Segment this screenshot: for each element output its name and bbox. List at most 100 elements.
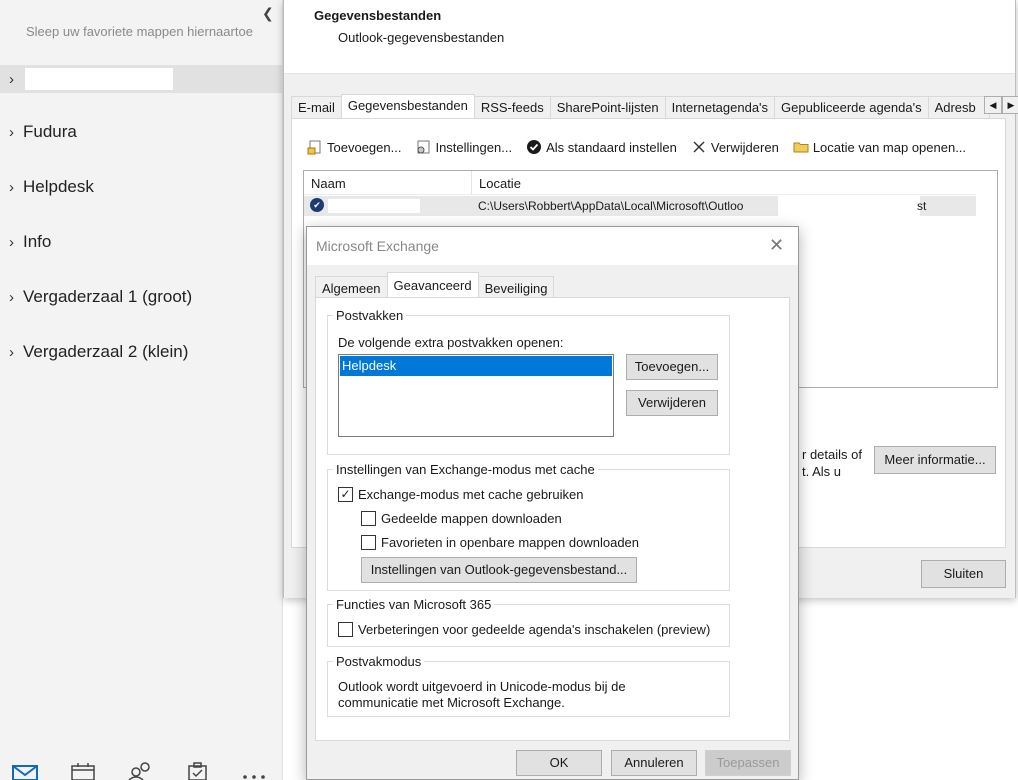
m365-features-group: Functies van Microsoft 365 Verbeteringen… bbox=[327, 597, 730, 647]
redacted-file-name bbox=[328, 199, 420, 213]
folder-label: Fudura bbox=[23, 122, 77, 141]
chevron-right-icon[interactable]: › bbox=[9, 289, 23, 306]
mail-icon[interactable] bbox=[12, 752, 38, 780]
checkbox-label: Verbeteringen voor gedeelde agenda's ins… bbox=[358, 622, 711, 637]
folder-label: Info bbox=[23, 232, 52, 251]
folder-item-vergaderzaal-1[interactable]: › Vergaderzaal 1 (groot) bbox=[9, 287, 192, 307]
mailbox-mode-description: Outlook wordt uitgevoerd in Unicode-modu… bbox=[338, 679, 626, 710]
chevron-right-icon[interactable]: › bbox=[9, 71, 23, 88]
open-folder-location-button[interactable]: Locatie van map openen... bbox=[793, 139, 966, 155]
tab-general[interactable]: Algemeen bbox=[315, 276, 388, 298]
collapse-pane-icon[interactable]: ❮ bbox=[262, 5, 274, 22]
file-extension-fragment: st bbox=[917, 199, 927, 213]
apply-button[interactable]: Toepassen bbox=[705, 750, 791, 776]
exchange-tabs: Algemeen Geavanceerd Beveiliging bbox=[315, 272, 555, 298]
chevron-right-icon[interactable]: › bbox=[9, 179, 23, 196]
open-mailboxes-label: De volgende extra postvakken openen: bbox=[338, 335, 564, 350]
account-folder[interactable]: › bbox=[0, 65, 283, 93]
set-default-button[interactable]: Als standaard instellen bbox=[526, 139, 677, 155]
redacted-account-name bbox=[25, 68, 173, 90]
table-row[interactable]: ✔ C:\Users\Robbert\AppData\Local\Microso… bbox=[304, 196, 976, 216]
chevron-right-icon[interactable]: › bbox=[9, 234, 23, 251]
advanced-panel: Postvakken De volgende extra postvakken … bbox=[315, 297, 790, 741]
people-icon[interactable] bbox=[127, 752, 153, 780]
close-icon[interactable]: ✕ bbox=[769, 235, 784, 256]
folder-label: Vergaderzaal 1 (groot) bbox=[23, 287, 193, 306]
list-header: Naam Locatie bbox=[304, 171, 976, 195]
folder-item-info[interactable]: › Info bbox=[9, 232, 51, 252]
group-label: Functies van Microsoft 365 bbox=[333, 597, 495, 612]
folder-item-fudura[interactable]: › Fudura bbox=[9, 122, 77, 142]
shared-calendar-option[interactable]: Verbeteringen voor gedeelde agenda's ins… bbox=[338, 622, 710, 637]
add-data-file-button[interactable]: Toevoegen... bbox=[307, 139, 401, 155]
public-favorites-option[interactable]: Favorieten in openbare mappen downloaden bbox=[361, 535, 639, 550]
mailbox-mode-group: Postvakmodus Outlook wordt uitgevoerd in… bbox=[327, 654, 730, 717]
folder-item-helpdesk[interactable]: › Helpdesk bbox=[9, 177, 94, 197]
checkbox-label: Gedeelde mappen downloaden bbox=[381, 511, 562, 526]
tab-sharepoint-lists[interactable]: SharePoint-lijsten bbox=[549, 96, 666, 118]
folder-item-vergaderzaal-2[interactable]: › Vergaderzaal 2 (klein) bbox=[9, 342, 188, 362]
calendar-icon[interactable] bbox=[70, 752, 96, 780]
more-info-button[interactable]: Meer informatie... bbox=[874, 446, 996, 474]
exchange-dialog: Microsoft Exchange ✕ Algemeen Geavanceer… bbox=[306, 226, 799, 780]
cached-mode-checkbox[interactable]: ✓ bbox=[338, 487, 353, 502]
column-header-name[interactable]: Naam bbox=[304, 171, 472, 195]
dialog-titlebar: Microsoft Exchange ✕ bbox=[307, 227, 798, 265]
dialog-title: Microsoft Exchange bbox=[316, 238, 439, 254]
checkmark-circle-icon bbox=[526, 139, 542, 155]
add-mailbox-button[interactable]: Toevoegen... bbox=[626, 354, 718, 380]
column-header-location[interactable]: Locatie bbox=[472, 171, 976, 195]
file-location: C:\Users\Robbert\AppData\Local\Microsoft… bbox=[478, 199, 744, 213]
ok-button[interactable]: OK bbox=[516, 750, 602, 776]
cached-mode-option[interactable]: ✓ Exchange-modus met cache gebruiken bbox=[338, 487, 583, 502]
favorites-drag-hint: Sleep uw favoriete mappen hiernaartoe bbox=[26, 24, 253, 39]
scroll-right-icon[interactable]: ▶ bbox=[1002, 96, 1018, 114]
group-label: Postvakken bbox=[333, 308, 407, 323]
remove-data-file-button[interactable]: Verwijderen bbox=[691, 139, 779, 155]
add-label: Toevoegen... bbox=[327, 139, 402, 155]
tab-internet-calendars[interactable]: Internetagenda's bbox=[664, 96, 776, 118]
data-files-toolbar: Toevoegen... Instellingen... Als standaa… bbox=[307, 139, 966, 155]
folder-icon bbox=[793, 139, 809, 155]
group-label: Instellingen van Exchange-modus met cach… bbox=[333, 462, 598, 477]
additional-mailboxes-list[interactable]: Helpdesk bbox=[338, 354, 614, 437]
page-subtitle: Outlook-gegevensbestanden bbox=[338, 30, 505, 45]
tab-security[interactable]: Beveiliging bbox=[477, 276, 555, 298]
tab-scroll-buttons: ◀ ▶ bbox=[984, 96, 1018, 114]
page-title: Gegevensbestanden bbox=[314, 8, 442, 23]
more-apps-icon[interactable] bbox=[240, 752, 266, 780]
occluded-line: r details of bbox=[802, 447, 862, 462]
tab-rss-feeds[interactable]: RSS-feeds bbox=[473, 96, 551, 118]
checkbox-label: Exchange-modus met cache gebruiken bbox=[358, 487, 584, 502]
tab-advanced[interactable]: Geavanceerd bbox=[386, 272, 479, 298]
group-label: Postvakmodus bbox=[333, 654, 425, 669]
settings-label: Instellingen... bbox=[435, 139, 513, 155]
outlook-data-file-settings-button[interactable]: Instellingen van Outlook-gegevensbestand… bbox=[361, 557, 637, 583]
folder-label: Vergaderzaal 2 (klein) bbox=[23, 342, 189, 361]
list-item[interactable]: Helpdesk bbox=[340, 356, 612, 376]
settings-file-icon bbox=[415, 139, 431, 155]
set-default-label: Als standaard instellen bbox=[546, 139, 677, 155]
public-favorites-checkbox[interactable] bbox=[361, 535, 376, 550]
settings-button[interactable]: Instellingen... bbox=[415, 139, 512, 155]
shared-folders-option[interactable]: Gedeelde mappen downloaden bbox=[361, 511, 562, 526]
tasks-icon[interactable] bbox=[185, 752, 211, 780]
chevron-right-icon[interactable]: › bbox=[9, 344, 23, 361]
close-button[interactable]: Sluiten bbox=[921, 560, 1006, 588]
cancel-button[interactable]: Annuleren bbox=[611, 750, 697, 776]
default-check-icon: ✔ bbox=[310, 198, 324, 212]
shared-calendar-checkbox[interactable] bbox=[338, 622, 353, 637]
tab-data-files[interactable]: Gegevensbestanden bbox=[340, 94, 475, 118]
tab-published-calendars[interactable]: Gepubliceerde agenda's bbox=[774, 96, 929, 118]
remove-label: Verwijderen bbox=[710, 139, 779, 155]
module-nav-bar bbox=[0, 752, 283, 780]
tab-email[interactable]: E-mail bbox=[291, 96, 342, 118]
shared-folders-checkbox[interactable] bbox=[361, 511, 376, 526]
tab-address-books[interactable]: Adresb bbox=[927, 96, 990, 118]
remove-mailbox-button[interactable]: Verwijderen bbox=[626, 390, 718, 416]
scroll-left-icon[interactable]: ◀ bbox=[984, 96, 1002, 114]
folder-pane: ❮ Sleep uw favoriete mappen hiernaartoe … bbox=[0, 0, 283, 780]
occluded-line: t. Als u bbox=[802, 464, 842, 479]
chevron-right-icon[interactable]: › bbox=[9, 124, 23, 141]
add-file-icon bbox=[307, 139, 323, 155]
